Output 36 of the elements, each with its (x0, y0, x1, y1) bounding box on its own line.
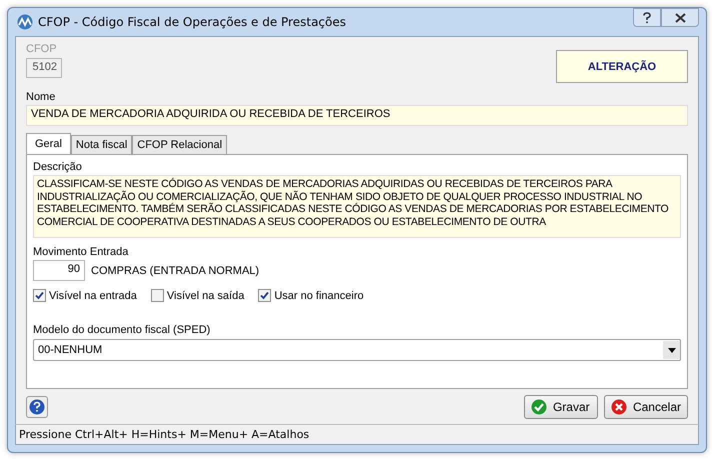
cancel-button[interactable]: Cancelar (604, 395, 688, 419)
save-button[interactable]: Gravar (524, 395, 598, 419)
check-icon (35, 291, 44, 300)
help-button[interactable] (26, 396, 48, 418)
modelo-label: Modelo do documento fiscal (SPED) (33, 324, 212, 336)
help-title-button[interactable] (633, 8, 661, 27)
descricao-label: Descrição (33, 161, 83, 173)
movimento-label: Movimento Entrada (33, 246, 130, 258)
cfop-label: CFOP (26, 43, 58, 55)
status-bar: Pressione Ctrl+Alt+ H=Hints+ M=Menu+ A=Atalhos (15, 424, 699, 445)
nome-field[interactable]: VENDA DE MERCADORIA ADQUIRIDA OU RECEBIDA DE TERCEIROS (26, 105, 688, 126)
descricao-textarea[interactable]: CLASSIFICAM-SE NESTE CÓDIGO AS VENDAS DE MERCADORIAS ADQUIRIDAS OU RECEBIDAS DE TERCEIROS PARA INDUSTRIALIZAÇÃO OU COMERCIALIZAÇÃO, QUE NÃO TENHAM SIDO OBJETO DE QUALQUER PROCESSO INDUSTRIAL NO ESTABELECIMENTO. TAMBÉM SERÃO CLASSIFICADAS NESTE CÓDIGO AS VENDAS DE MERCADORIAS POR ESTABELECIMENTO COMERCIAL DE COOPERATIVA DESTINADAS A SEUS COOPERADOS OU ESTABELECIMENTO DE OUTRA (33, 175, 681, 238)
close-icon (674, 12, 686, 22)
help-icon (29, 399, 45, 415)
tab[interactable]: CFOP Relacional (132, 135, 228, 154)
check-icon (260, 291, 270, 300)
tab[interactable]: Nota fiscal (70, 135, 132, 154)
modelo-dropdown[interactable]: 00-NENHUM (33, 339, 681, 361)
checkbox[interactable] (258, 289, 272, 302)
checkbox[interactable] (33, 289, 46, 302)
checkbox-option[interactable]: Visível na entrada (33, 289, 137, 302)
dropdown-arrow-icon (668, 348, 676, 352)
movimento-code-field[interactable]: 90 (33, 260, 85, 281)
question-icon (642, 12, 652, 24)
close-button[interactable] (661, 8, 699, 27)
checkmark-icon (530, 399, 547, 415)
mode-status: ALTERAÇÃO (556, 50, 688, 83)
checkbox[interactable] (150, 289, 164, 302)
movimento-description: COMPRAS (ENTRADA NORMAL) (91, 264, 260, 276)
tab[interactable]: Geral (26, 133, 71, 154)
checkbox-option[interactable]: Visível na saída (150, 289, 244, 302)
window-title: CFOP - Código Fiscal de Operações e de Prestações (38, 15, 346, 29)
app-logo-icon (17, 14, 33, 30)
nome-label: Nome (26, 91, 56, 103)
cancel-icon (610, 399, 627, 415)
checkbox-option[interactable]: Usar no financeiro (258, 289, 364, 302)
